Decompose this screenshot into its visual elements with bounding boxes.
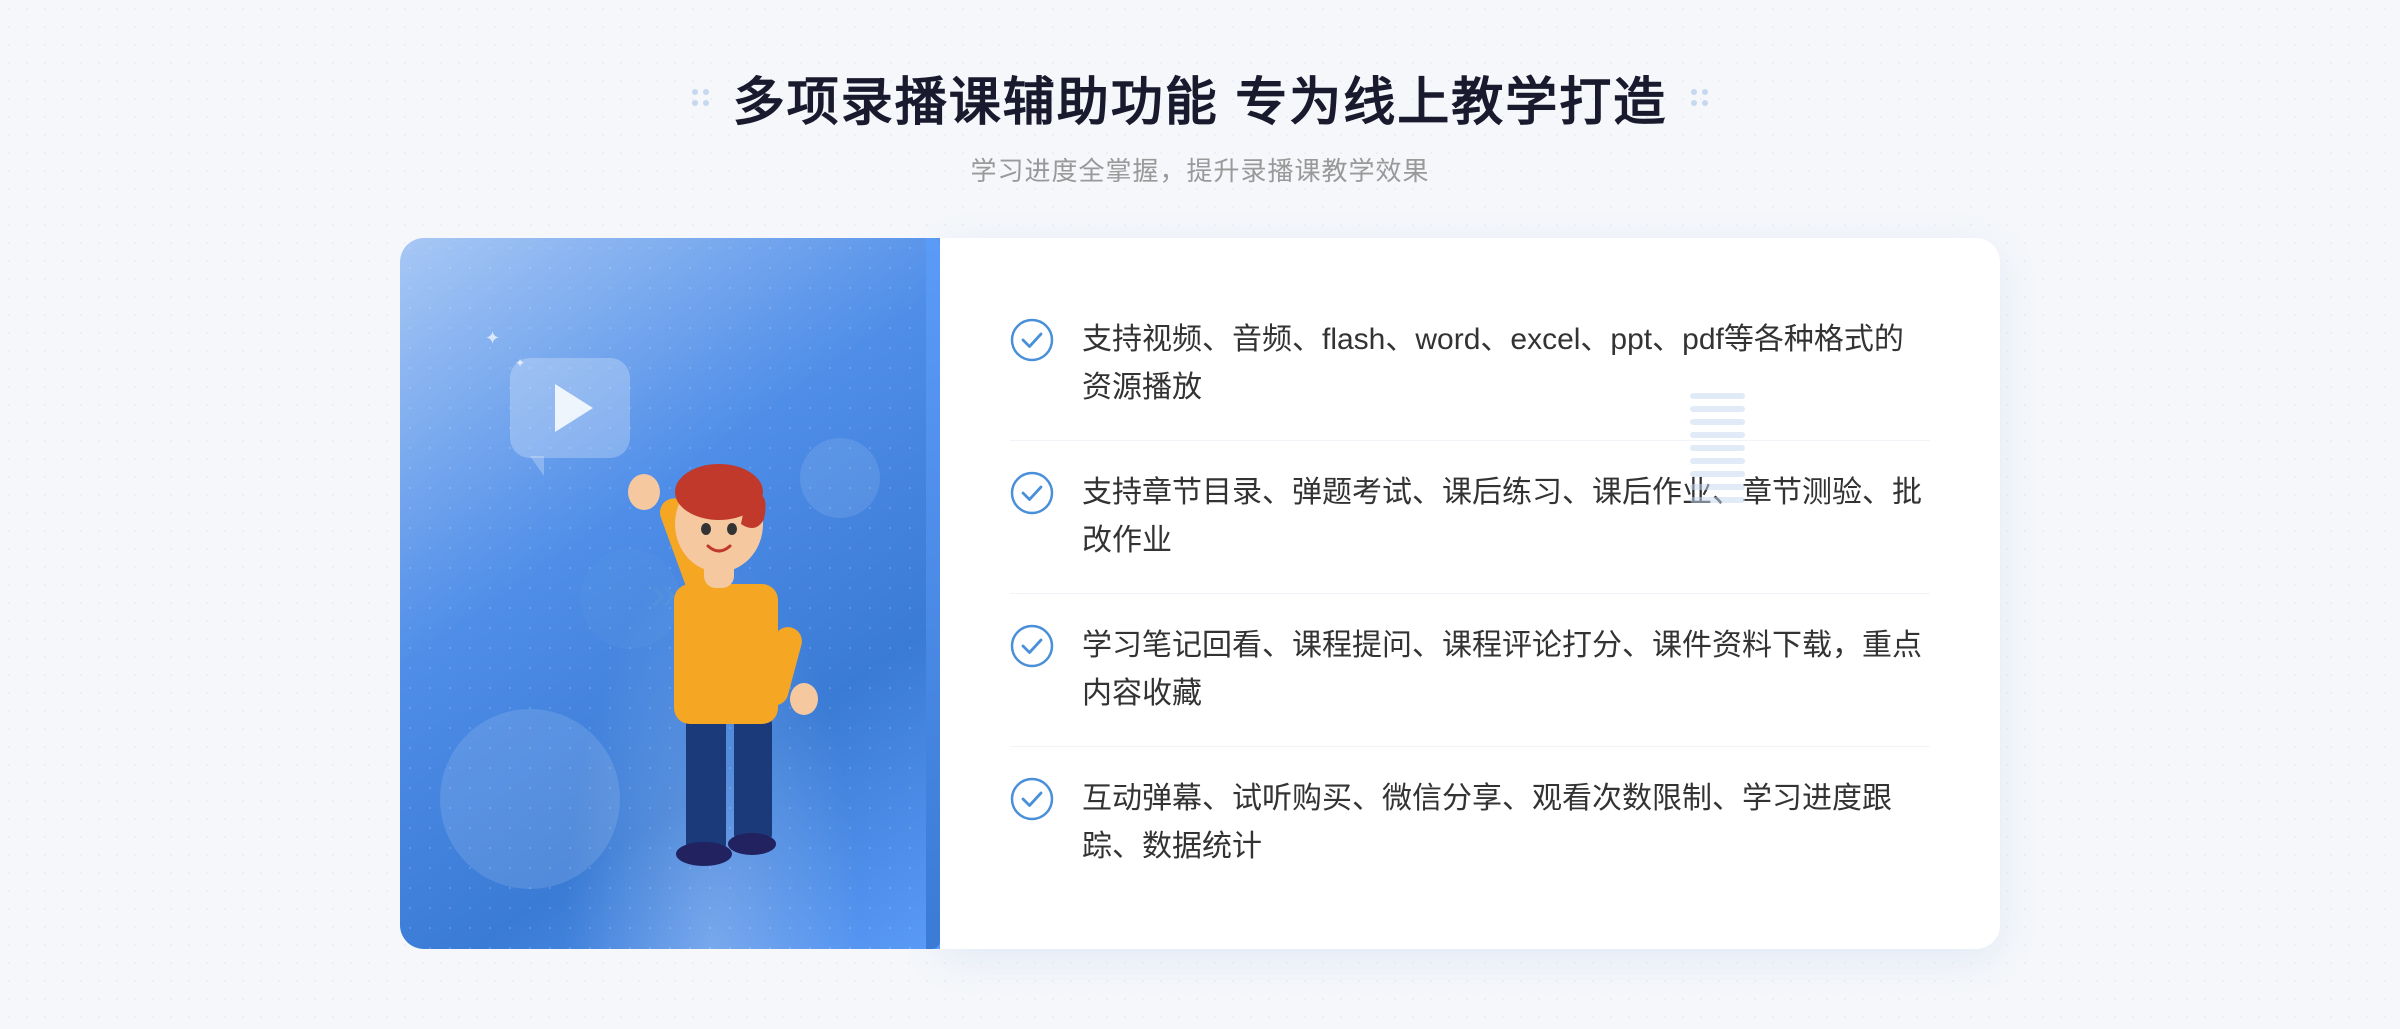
- content-section: »: [400, 238, 2000, 949]
- feature-item-2: 支持章节目录、弹题考试、课后练习、课后作业、章节测验、批改作业: [1010, 441, 1930, 594]
- feature-text-1: 支持视频、音频、flash、word、excel、ppt、pdf等各种格式的资源…: [1082, 316, 1930, 412]
- feature-text-3: 学习笔记回看、课程提问、课程评论打分、课件资料下载，重点内容收藏: [1082, 622, 1930, 718]
- feature-text-4: 互动弹幕、试听购买、微信分享、观看次数限制、学习进度跟踪、数据统计: [1082, 775, 1930, 871]
- illustration-card: [400, 238, 940, 949]
- feature-item-1: 支持视频、音频、flash、word、excel、ppt、pdf等各种格式的资源…: [1010, 288, 1930, 441]
- check-icon-3: [1010, 624, 1054, 668]
- header-section: 多项录播课辅助功能 专为线上教学打造 学习进度全掌握，提升录播课教学效果: [692, 60, 1708, 188]
- blue-accent-bar: [926, 238, 940, 949]
- right-stripe-decoration: [1690, 393, 1745, 508]
- check-icon-2: [1010, 471, 1054, 515]
- person-illustration: [586, 424, 866, 949]
- page-container: 多项录播课辅助功能 专为线上教学打造 学习进度全掌握，提升录播课教学效果 »: [0, 0, 2400, 1029]
- feature-item-4: 互动弹幕、试听购买、微信分享、观看次数限制、学习进度跟踪、数据统计: [1010, 747, 1930, 899]
- header-title-row: 多项录播课辅助功能 专为线上教学打造: [692, 60, 1708, 135]
- right-decorative-dots: [1691, 89, 1708, 106]
- left-decorative-dots: [692, 89, 709, 106]
- page-subtitle: 学习进度全掌握，提升录播课教学效果: [692, 151, 1708, 188]
- check-icon-1: [1010, 318, 1054, 362]
- check-icon-4: [1010, 777, 1054, 821]
- feature-text-2: 支持章节目录、弹题考试、课后练习、课后作业、章节测验、批改作业: [1082, 469, 1930, 565]
- page-title: 多项录播课辅助功能 专为线上教学打造: [733, 60, 1667, 135]
- features-card: 支持视频、音频、flash、word、excel、ppt、pdf等各种格式的资源…: [940, 238, 2000, 949]
- feature-item-3: 学习笔记回看、课程提问、课程评论打分、课件资料下载，重点内容收藏: [1010, 594, 1930, 747]
